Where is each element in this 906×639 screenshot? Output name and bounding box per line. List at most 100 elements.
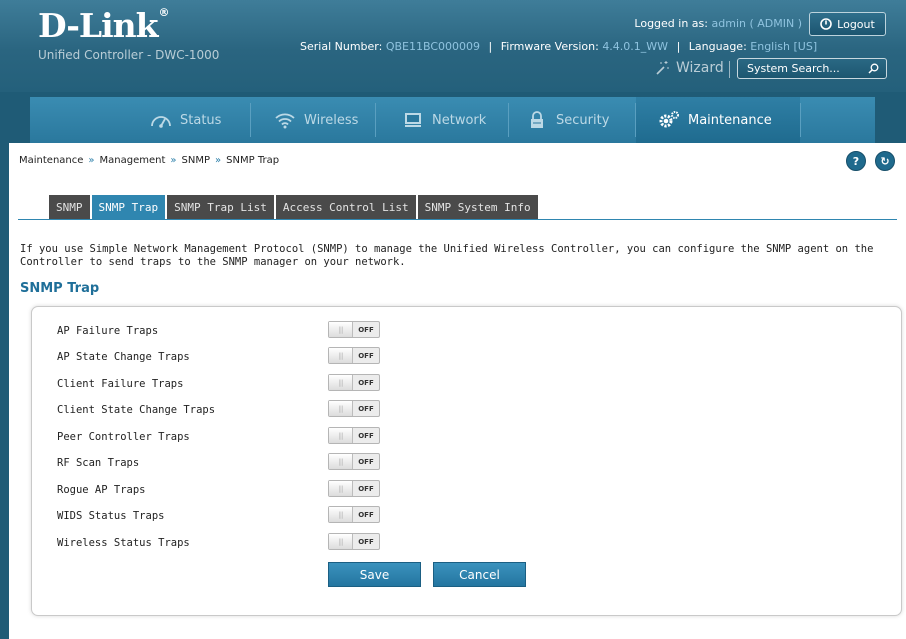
gears-icon (659, 111, 679, 128)
trap-label: AP State Change Traps (57, 351, 190, 363)
nav-network[interactable]: Network (402, 97, 486, 143)
nav-status[interactable]: Status (150, 97, 221, 143)
trap-label: WIDS Status Traps (57, 510, 165, 522)
trap-label: Client Failure Traps (57, 378, 184, 390)
logout-label: Logout (837, 17, 875, 31)
nav-security[interactable]: Security (526, 97, 609, 143)
gauge-icon (151, 116, 171, 128)
wizard-divider (729, 61, 730, 78)
rf-scan-traps-toggle[interactable]: ||| OFF (328, 453, 380, 470)
ap-failure-traps-toggle[interactable]: ||| OFF (328, 321, 380, 338)
snmp-trap-panel: AP Failure Traps ||| OFF AP State Change … (31, 306, 902, 616)
toggle-grip: ||| (329, 428, 353, 443)
save-button[interactable]: Save (328, 562, 421, 587)
nav-divider (800, 103, 801, 137)
client-failure-traps-toggle[interactable]: ||| OFF (328, 374, 380, 391)
toggle-grip: ||| (329, 375, 353, 390)
tab-snmp[interactable]: SNMP (49, 195, 90, 219)
ap-state-change-traps-toggle[interactable]: ||| OFF (328, 347, 380, 364)
breadcrumb-current: SNMP Trap (226, 155, 280, 166)
breadcrumb-item[interactable]: Management (100, 155, 166, 166)
logged-in-info: Logged in as: admin ( ADMIN ) (634, 17, 802, 30)
wand-icon (656, 61, 669, 75)
tab-access-control-list[interactable]: Access Control List (275, 195, 416, 219)
search-placeholder: System Search... (747, 62, 840, 75)
logged-in-label: Logged in as: (634, 17, 708, 30)
toggle-state: OFF (358, 431, 374, 440)
logo-registered-mark: ® (158, 6, 170, 19)
main-nav: Status Wireless Network Security Mainten… (30, 97, 875, 143)
lock-icon (531, 111, 543, 128)
nav-wireless-label: Wireless (304, 112, 359, 128)
logout-button[interactable]: Logout (809, 12, 886, 36)
tab-snmp-trap[interactable]: SNMP Trap (91, 195, 166, 219)
language-label: Language: (688, 40, 747, 53)
help-icon: ? (852, 154, 860, 168)
breadcrumb-item[interactable]: Maintenance (19, 155, 83, 166)
tab-bar: SNMP SNMP Trap SNMP Trap List Access Con… (49, 195, 538, 219)
nav-maintenance[interactable]: Maintenance (636, 97, 800, 143)
wizard-link[interactable]: Wizard (654, 60, 724, 76)
info-separator: | (488, 40, 493, 53)
header: D-Link® Unified Controller - DWC-1000 Lo… (0, 0, 906, 92)
trap-label: AP Failure Traps (57, 325, 159, 337)
toggle-state: OFF (358, 351, 374, 360)
toggle-state: OFF (358, 484, 374, 493)
toggle-grip: ||| (329, 348, 353, 363)
toggle-grip: ||| (329, 454, 353, 469)
tab-snmp-trap-list[interactable]: SNMP Trap List (167, 195, 274, 219)
trap-label: Rogue AP Traps (57, 484, 146, 496)
serial-label: Serial Number: (300, 40, 383, 53)
refresh-icon: ↻ (880, 154, 890, 168)
power-icon (820, 18, 832, 30)
breadcrumb-separator: » (170, 155, 177, 166)
logo-text: D-Link (38, 6, 159, 45)
tab-snmp-system-info[interactable]: SNMP System Info (417, 195, 538, 219)
logged-in-user: admin ( ADMIN ) (711, 17, 803, 30)
product-subtitle: Unified Controller - DWC-1000 (38, 48, 220, 62)
cancel-button[interactable]: Cancel (433, 562, 526, 587)
section-title: SNMP Trap (20, 281, 100, 296)
search-icon[interactable] (868, 63, 879, 74)
toggle-state: OFF (358, 537, 374, 546)
nav-divider (508, 103, 509, 137)
serial-value: QBE11BC000009 (385, 40, 481, 53)
toggle-grip: ||| (329, 322, 353, 337)
nav-network-label: Network (432, 112, 487, 128)
nav-security-label: Security (556, 112, 610, 128)
help-button[interactable]: ? (846, 151, 866, 171)
breadcrumb-separator: » (88, 155, 95, 166)
breadcrumb: Maintenance » Management » SNMP » SNMP Trap (19, 155, 279, 166)
client-state-change-traps-toggle[interactable]: ||| OFF (328, 400, 380, 417)
toggle-state: OFF (358, 325, 374, 334)
content-area: Maintenance» Management» SNMP» SNMP Trap ? … (9, 143, 906, 639)
firmware-value: 4.4.0.1_WW (602, 40, 669, 53)
toggle-grip: ||| (329, 401, 353, 416)
wifi-icon (275, 113, 295, 129)
page-description: If you use Simple Network Management Pro… (20, 243, 874, 268)
wireless-status-traps-toggle[interactable]: ||| OFF (328, 533, 380, 550)
breadcrumb-item[interactable]: SNMP (182, 155, 211, 166)
trap-label: Wireless Status Traps (57, 537, 190, 549)
trap-label: RF Scan Traps (57, 457, 140, 469)
toggle-state: OFF (358, 378, 374, 387)
wizard-label: Wizard (676, 60, 724, 76)
toggle-grip: ||| (329, 507, 353, 522)
toggle-state: OFF (358, 510, 374, 519)
rogue-ap-traps-toggle[interactable]: ||| OFF (328, 480, 380, 497)
refresh-button[interactable]: ↻ (875, 151, 895, 171)
language-selector[interactable]: English [US] (750, 40, 817, 53)
trap-label: Peer Controller Traps (57, 431, 190, 443)
toggle-grip: ||| (329, 481, 353, 496)
peer-controller-traps-toggle[interactable]: ||| OFF (328, 427, 380, 444)
nav-divider (375, 103, 376, 137)
nav-divider (250, 103, 251, 137)
system-search-input[interactable]: System Search... (737, 58, 887, 79)
wids-status-traps-toggle[interactable]: ||| OFF (328, 506, 380, 523)
toggle-state: OFF (358, 404, 374, 413)
device-info-line: Serial Number: QBE11BC000009 | Firmware … (300, 40, 817, 53)
monitor-icon (405, 113, 421, 127)
nav-wireless[interactable]: Wireless (274, 97, 358, 143)
breadcrumb-separator: » (215, 155, 222, 166)
nav-maintenance-label: Maintenance (688, 112, 772, 128)
